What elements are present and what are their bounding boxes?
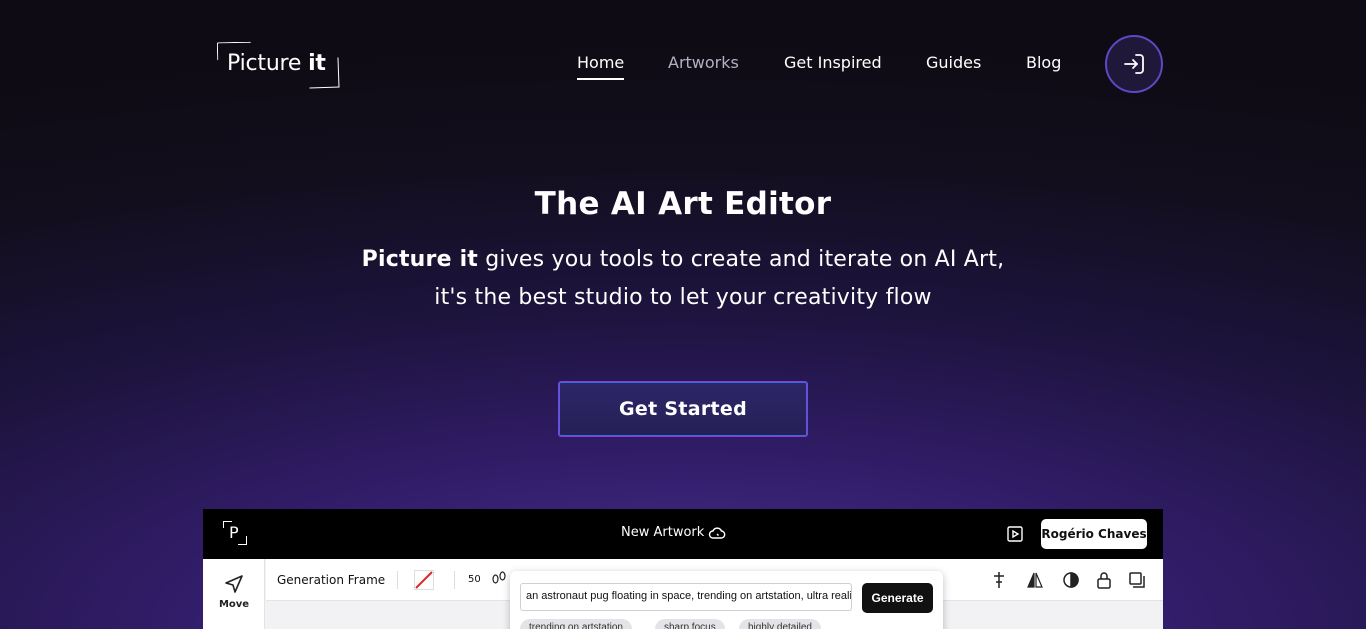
login-button[interactable] xyxy=(1105,35,1163,93)
editor-preview: P New Artwork Rogério Chaves Move Genera… xyxy=(203,509,1163,629)
cloud-save-icon[interactable] xyxy=(708,525,726,541)
toolbar-divider xyxy=(397,571,398,589)
prompt-suggestion-chip[interactable]: trending on artstation xyxy=(520,619,632,629)
nav-get-inspired[interactable]: Get Inspired xyxy=(784,52,882,74)
logo-frame-corner xyxy=(238,536,247,545)
logo-frame-corner xyxy=(308,57,340,89)
color-swatch[interactable] xyxy=(414,570,434,590)
hero-subtitle: Picture it gives you tools to create and… xyxy=(361,247,1005,310)
generate-popup: an astronaut pug floating in space, tren… xyxy=(510,571,943,629)
trash-icon[interactable] xyxy=(1160,571,1163,589)
flip-horizontal-icon[interactable] xyxy=(1026,571,1044,589)
nav-guides[interactable]: Guides xyxy=(926,52,981,74)
editor-logo[interactable]: P xyxy=(223,521,247,545)
artwork-title[interactable]: New Artwork xyxy=(621,525,704,540)
hero-title: The AI Art Editor xyxy=(534,186,832,222)
contrast-icon[interactable] xyxy=(1062,571,1080,589)
nav-artworks[interactable]: Artworks xyxy=(668,52,739,74)
nav-blog[interactable]: Blog xyxy=(1026,52,1061,74)
frame-name-label: Generation Frame xyxy=(277,573,386,587)
prompt-suggestion-chip[interactable]: sharp focus xyxy=(655,619,725,629)
get-started-button[interactable]: Get Started xyxy=(558,381,808,437)
prompt-suggestion-chip[interactable]: highly detailed xyxy=(739,619,821,629)
editor-sidebar: Move xyxy=(203,559,265,629)
editor-topbar: P New Artwork Rogério Chaves xyxy=(203,509,1163,559)
move-cursor-icon[interactable] xyxy=(223,573,245,595)
lock-icon[interactable] xyxy=(1095,571,1113,589)
login-arrow-icon xyxy=(1124,54,1144,74)
nav-home[interactable]: Home xyxy=(577,52,625,80)
prompt-input[interactable]: an astronaut pug floating in space, tren… xyxy=(520,583,852,611)
user-button[interactable]: Rogério Chaves xyxy=(1041,519,1147,549)
steps-value[interactable]: 50 xyxy=(468,574,481,585)
move-tool-label: Move xyxy=(218,599,250,610)
site-logo[interactable]: Picture it xyxy=(215,41,341,89)
toolbar-divider xyxy=(454,571,455,589)
layers-icon[interactable] xyxy=(1128,571,1146,589)
play-presentation-icon[interactable] xyxy=(1006,525,1024,543)
align-center-icon[interactable] xyxy=(990,571,1008,589)
generate-button[interactable]: Generate xyxy=(862,583,933,613)
footsteps-icon[interactable] xyxy=(490,571,508,589)
no-color-icon xyxy=(415,571,433,589)
